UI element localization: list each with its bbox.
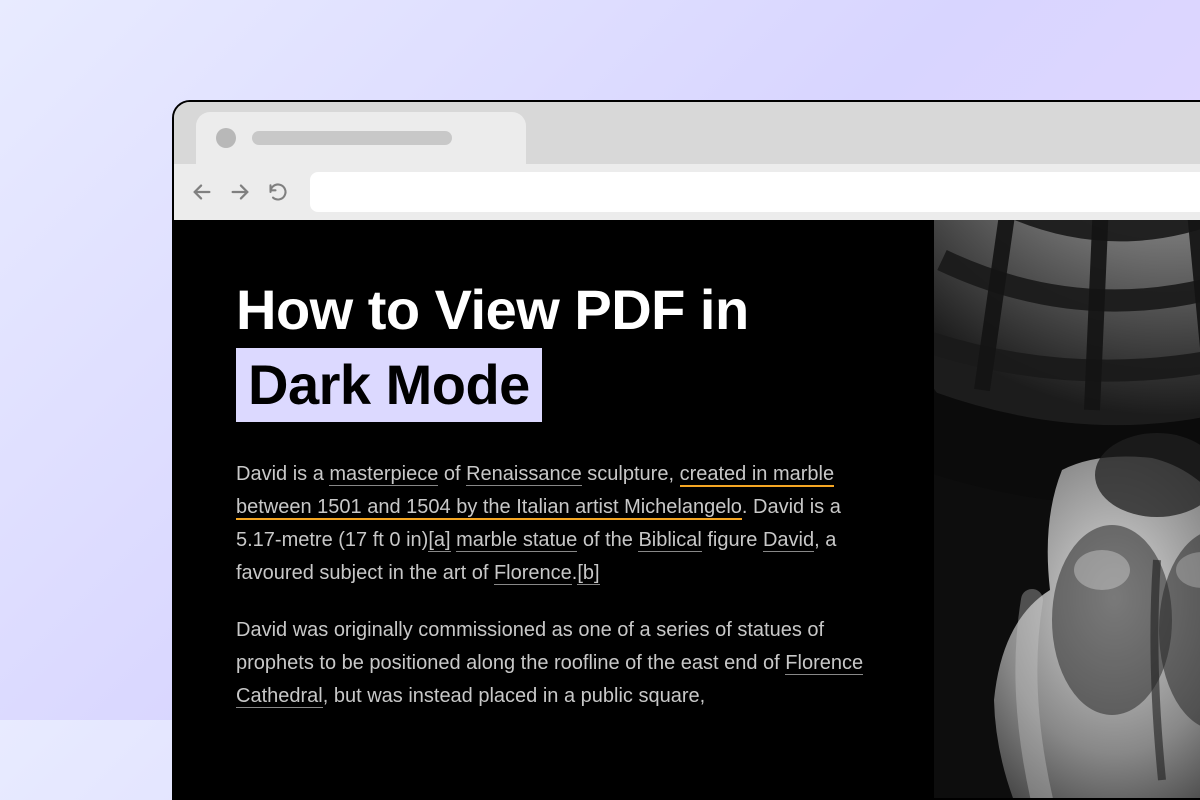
heading-highlighted: Dark Mode bbox=[236, 348, 542, 422]
article-text-column: How to View PDF in Dark Mode David is a … bbox=[174, 220, 934, 800]
link-biblical[interactable]: Biblical bbox=[638, 529, 701, 552]
browser-tab[interactable] bbox=[196, 112, 526, 164]
footnote-a[interactable]: [a] bbox=[428, 529, 450, 552]
tab-favicon bbox=[216, 128, 236, 148]
browser-toolbar bbox=[174, 164, 1200, 220]
tab-title-placeholder bbox=[252, 131, 452, 145]
link-masterpiece[interactable]: masterpiece bbox=[329, 463, 438, 486]
article-body: David is a masterpiece of Renaissance sc… bbox=[236, 458, 872, 713]
link-michelangelo[interactable]: Michelangelo bbox=[624, 496, 742, 520]
link-renaissance[interactable]: Renaissance bbox=[466, 463, 582, 486]
sculpture-illustration bbox=[934, 220, 1200, 800]
paragraph-2: David was originally commissioned as one… bbox=[236, 614, 872, 713]
url-bar[interactable] bbox=[310, 172, 1200, 212]
tab-bar bbox=[174, 102, 1200, 164]
pdf-content: How to View PDF in Dark Mode David is a … bbox=[174, 220, 1200, 800]
link-italian[interactable]: Italian bbox=[516, 496, 569, 520]
browser-window: How to View PDF in Dark Mode David is a … bbox=[172, 100, 1200, 800]
arrow-left-icon bbox=[191, 181, 213, 203]
article-image bbox=[934, 220, 1200, 800]
link-marble-statue[interactable]: marble statue bbox=[456, 529, 577, 552]
paragraph-1: David is a masterpiece of Renaissance sc… bbox=[236, 458, 872, 590]
forward-button[interactable] bbox=[226, 178, 254, 206]
footnote-b[interactable]: [b] bbox=[577, 562, 599, 585]
link-florence[interactable]: Florence bbox=[494, 562, 572, 585]
link-david[interactable]: David bbox=[763, 529, 814, 552]
arrow-right-icon bbox=[229, 181, 251, 203]
article-heading: How to View PDF in Dark Mode bbox=[236, 272, 872, 422]
reload-button[interactable] bbox=[264, 178, 292, 206]
back-button[interactable] bbox=[188, 178, 216, 206]
heading-line1: How to View PDF in bbox=[236, 278, 749, 341]
reload-icon bbox=[268, 182, 288, 202]
